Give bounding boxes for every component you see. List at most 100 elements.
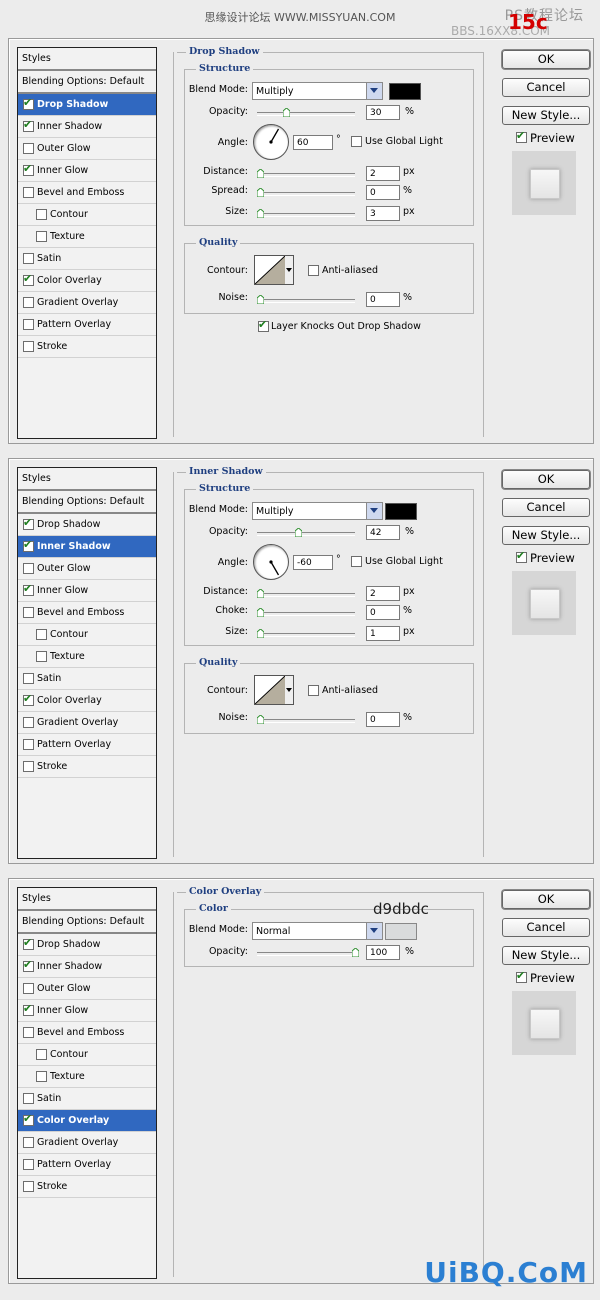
opacity-slider[interactable] xyxy=(257,112,355,116)
styles-header[interactable]: Styles xyxy=(18,888,156,911)
style-item-gradient-overlay[interactable]: Gradient Overlay xyxy=(18,292,156,314)
checkbox[interactable] xyxy=(23,319,34,330)
checkbox[interactable] xyxy=(36,629,47,640)
style-item-satin[interactable]: Satin xyxy=(18,248,156,270)
cancel-button[interactable]: Cancel xyxy=(502,918,590,937)
new-style-button[interactable]: New Style... xyxy=(502,946,590,965)
blending-options-item[interactable]: Blending Options: Default xyxy=(18,911,156,934)
style-item-contour[interactable]: Contour xyxy=(18,624,156,646)
checkbox[interactable]: ✔ xyxy=(23,936,34,950)
new-style-button[interactable]: New Style... xyxy=(502,526,590,545)
style-item-drop-shadow[interactable]: ✔ Drop Shadow xyxy=(18,514,156,536)
ok-button[interactable]: OK xyxy=(502,50,590,69)
checkbox[interactable]: ✔ xyxy=(23,958,34,972)
checkbox[interactable] xyxy=(23,187,34,198)
styles-header[interactable]: Styles xyxy=(18,468,156,491)
style-item-outer-glow[interactable]: Outer Glow xyxy=(18,978,156,1000)
blend-mode-select[interactable]: Normal xyxy=(252,922,383,940)
checkbox[interactable]: ✔ xyxy=(23,1002,34,1016)
noise-field[interactable]: 0 xyxy=(366,292,400,307)
preview-checkbox[interactable]: ✔ xyxy=(516,549,527,563)
checkbox[interactable] xyxy=(23,297,34,308)
checkbox[interactable] xyxy=(36,231,47,242)
spread-slider-thumb[interactable] xyxy=(257,188,264,197)
checkbox[interactable] xyxy=(23,1181,34,1192)
style-item-stroke[interactable]: Stroke xyxy=(18,336,156,358)
checkbox[interactable] xyxy=(36,651,47,662)
opacity-field[interactable]: 42 xyxy=(366,525,400,540)
checkbox[interactable] xyxy=(23,717,34,728)
checkbox[interactable] xyxy=(23,607,34,618)
style-item-color-overlay[interactable]: ✔ Color Overlay xyxy=(18,1110,156,1132)
opacity-slider-thumb[interactable] xyxy=(283,108,291,117)
style-item-satin[interactable]: Satin xyxy=(18,668,156,690)
chevron-down-icon[interactable] xyxy=(285,255,294,285)
style-item-contour[interactable]: Contour xyxy=(18,204,156,226)
size-field[interactable]: 1 xyxy=(366,626,400,641)
preview-checkbox[interactable]: ✔ xyxy=(516,129,527,143)
checkbox[interactable]: ✔ xyxy=(23,96,34,110)
distance-slider[interactable] xyxy=(257,173,355,177)
style-item-pattern-overlay[interactable]: Pattern Overlay xyxy=(18,734,156,756)
blending-options-item[interactable]: Blending Options: Default xyxy=(18,491,156,514)
blend-mode-select[interactable]: Multiply xyxy=(252,82,383,100)
anti-aliased-checkbox[interactable] xyxy=(308,685,319,696)
shadow-color-swatch[interactable] xyxy=(389,83,421,100)
checkbox[interactable] xyxy=(23,1093,34,1104)
style-item-contour[interactable]: Contour xyxy=(18,1044,156,1066)
checkbox[interactable] xyxy=(23,341,34,352)
style-item-bevel-emboss[interactable]: Bevel and Emboss xyxy=(18,1022,156,1044)
opacity-field[interactable]: 30 xyxy=(366,105,400,120)
style-item-drop-shadow[interactable]: ✔ Drop Shadow xyxy=(18,934,156,956)
checkbox[interactable]: ✔ xyxy=(23,272,34,286)
style-item-bevel-emboss[interactable]: Bevel and Emboss xyxy=(18,602,156,624)
choke-field[interactable]: 0 xyxy=(366,605,400,620)
spread-field[interactable]: 0 xyxy=(366,185,400,200)
use-global-light-checkbox[interactable] xyxy=(351,136,362,147)
opacity-field[interactable]: 100 xyxy=(366,945,400,960)
ok-button[interactable]: OK xyxy=(502,470,590,489)
style-item-inner-glow[interactable]: ✔ Inner Glow xyxy=(18,1000,156,1022)
use-global-light-checkbox[interactable] xyxy=(351,556,362,567)
blend-mode-select[interactable]: Multiply xyxy=(252,502,383,520)
angle-dial[interactable] xyxy=(253,544,289,580)
checkbox[interactable]: ✔ xyxy=(23,538,34,552)
noise-slider-thumb[interactable] xyxy=(257,295,264,304)
style-item-texture[interactable]: Texture xyxy=(18,226,156,248)
contour-picker[interactable] xyxy=(254,255,286,285)
checkbox[interactable]: ✔ xyxy=(23,692,34,706)
checkbox[interactable] xyxy=(23,563,34,574)
angle-field[interactable]: -60 xyxy=(293,555,333,570)
size-field[interactable]: 3 xyxy=(366,206,400,221)
knocks-out-checkbox[interactable]: ✔ xyxy=(258,318,269,332)
distance-slider-thumb[interactable] xyxy=(257,169,264,178)
checkbox[interactable]: ✔ xyxy=(23,582,34,596)
style-item-pattern-overlay[interactable]: Pattern Overlay xyxy=(18,1154,156,1176)
checkbox[interactable] xyxy=(36,1049,47,1060)
spread-slider[interactable] xyxy=(257,192,355,196)
checkbox[interactable] xyxy=(23,1027,34,1038)
style-item-outer-glow[interactable]: Outer Glow xyxy=(18,138,156,160)
checkbox[interactable] xyxy=(23,253,34,264)
angle-field[interactable]: 60 xyxy=(293,135,333,150)
anti-aliased-checkbox[interactable] xyxy=(308,265,319,276)
styles-header[interactable]: Styles xyxy=(18,48,156,71)
shadow-color-swatch[interactable] xyxy=(385,503,417,520)
style-item-gradient-overlay[interactable]: Gradient Overlay xyxy=(18,1132,156,1154)
style-item-inner-glow[interactable]: ✔ Inner Glow xyxy=(18,160,156,182)
new-style-button[interactable]: New Style... xyxy=(502,106,590,125)
distance-field[interactable]: 2 xyxy=(366,166,400,181)
checkbox[interactable] xyxy=(23,739,34,750)
opacity-slider[interactable] xyxy=(257,532,355,536)
noise-field[interactable]: 0 xyxy=(366,712,400,727)
chevron-down-icon[interactable] xyxy=(285,675,294,705)
checkbox[interactable]: ✔ xyxy=(23,516,34,530)
style-item-stroke[interactable]: Stroke xyxy=(18,1176,156,1198)
checkbox[interactable] xyxy=(23,143,34,154)
noise-slider[interactable] xyxy=(257,299,355,303)
cancel-button[interactable]: Cancel xyxy=(502,78,590,97)
style-item-texture[interactable]: Texture xyxy=(18,646,156,668)
checkbox[interactable] xyxy=(36,1071,47,1082)
checkbox[interactable] xyxy=(23,673,34,684)
size-slider-thumb[interactable] xyxy=(257,629,264,638)
